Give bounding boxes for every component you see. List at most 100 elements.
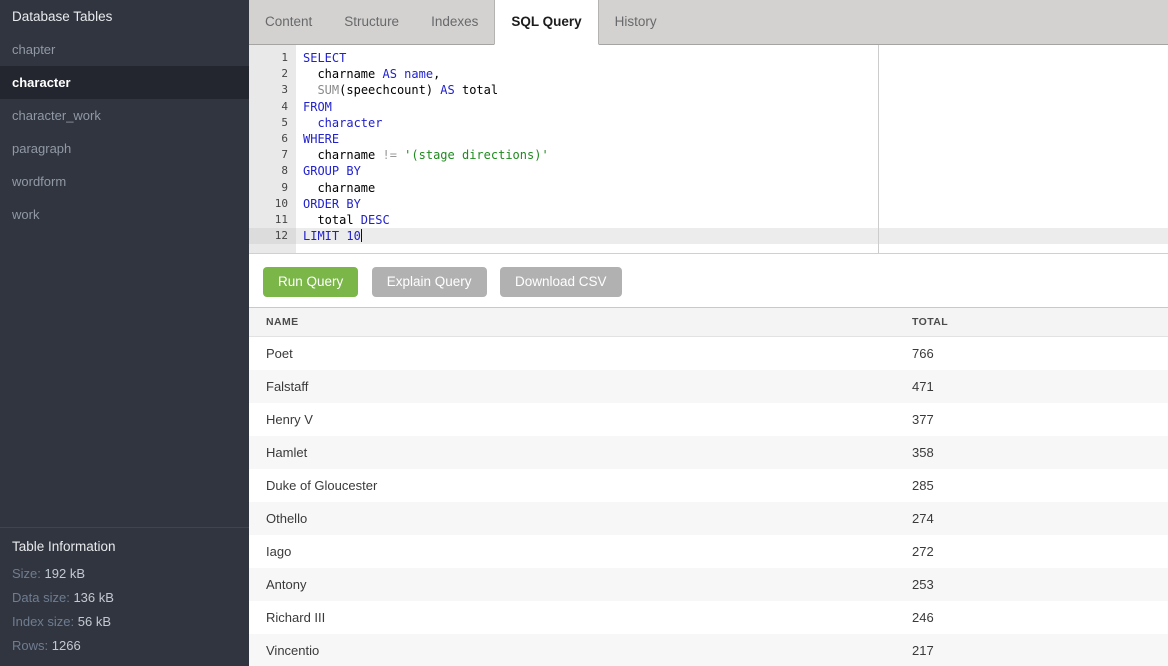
sql-token-fn: SUM xyxy=(317,83,339,97)
sql-token-kw: FROM xyxy=(303,100,332,114)
code-line-text[interactable]: charname xyxy=(296,180,1168,196)
main-panel: Content Structure Indexes SQL Query Hist… xyxy=(249,0,1168,666)
info-row-data-size: Data size: 136 kB xyxy=(12,586,237,610)
line-number: 4 xyxy=(249,99,296,115)
code-line[interactable]: 9 charname xyxy=(249,180,1168,196)
sidebar-item-chapter[interactable]: chapter xyxy=(0,33,249,66)
sql-token-id: charname xyxy=(303,148,382,162)
sql-token-id xyxy=(303,83,317,97)
code-line-text[interactable]: GROUP BY xyxy=(296,163,1168,179)
code-line[interactable]: 7 charname != '(stage directions)' xyxy=(249,147,1168,163)
sql-code-area[interactable]: 1 SELECT2 charname AS name,3 SUM(speechco… xyxy=(249,50,1168,244)
tab-structure[interactable]: Structure xyxy=(328,0,415,45)
code-line-text[interactable]: ORDER BY xyxy=(296,196,1168,212)
tab-indexes[interactable]: Indexes xyxy=(415,0,494,45)
info-value: 56 kB xyxy=(78,614,111,629)
sidebar-item-character_work[interactable]: character_work xyxy=(0,99,249,132)
line-number: 6 xyxy=(249,131,296,147)
sidebar-item-paragraph[interactable]: paragraph xyxy=(0,132,249,165)
sql-token-kw: name xyxy=(404,67,433,81)
sql-token-kw: ORDER BY xyxy=(303,197,361,211)
code-line-text[interactable]: total DESC xyxy=(296,212,1168,228)
results-table: NAME TOTAL Poet766Falstaff471Henry V377H… xyxy=(249,307,1168,666)
download-csv-button[interactable]: Download CSV xyxy=(500,267,622,297)
info-row-rows-count: Rows: 1266 xyxy=(12,634,237,658)
code-line[interactable]: 3 SUM(speechcount) AS total xyxy=(249,82,1168,98)
info-row-index-size: Index size: 56 kB xyxy=(12,610,237,634)
table-row: Vincentio217 xyxy=(249,634,1168,666)
table-row: Antony253 xyxy=(249,568,1168,601)
sql-token-kw: WHERE xyxy=(303,132,339,146)
code-line[interactable]: 11 total DESC xyxy=(249,212,1168,228)
sql-token-kw: SELECT xyxy=(303,51,346,65)
name-cell: Hamlet xyxy=(249,436,912,469)
sql-token-op: != xyxy=(382,148,396,162)
table-row: Hamlet358 xyxy=(249,436,1168,469)
code-line[interactable]: 8GROUP BY xyxy=(249,163,1168,179)
line-number: 5 xyxy=(249,115,296,131)
code-line[interactable]: 10ORDER BY xyxy=(249,196,1168,212)
line-number: 1 xyxy=(249,50,296,66)
sql-token-num: 10 xyxy=(346,229,360,243)
total-cell: 253 xyxy=(912,568,1168,601)
total-cell: 285 xyxy=(912,469,1168,502)
sql-token-kw: DESC xyxy=(361,213,390,227)
column-header-name: NAME xyxy=(249,308,912,337)
info-value: 1266 xyxy=(52,638,81,653)
results-header-row: NAME TOTAL xyxy=(249,308,1168,337)
table-row: Iago272 xyxy=(249,535,1168,568)
tab-history[interactable]: History xyxy=(599,0,673,45)
info-label: Size: xyxy=(12,566,41,581)
name-cell: Falstaff xyxy=(249,370,912,403)
table-row: Richard III246 xyxy=(249,601,1168,634)
code-line[interactable]: 2 charname AS name, xyxy=(249,66,1168,82)
name-cell: Richard III xyxy=(249,601,912,634)
info-row-size: Size: 192 kB xyxy=(12,562,237,586)
name-cell: Poet xyxy=(249,337,912,370)
code-line-text[interactable]: character xyxy=(296,115,1168,131)
code-line-text[interactable]: SELECT xyxy=(296,50,1168,66)
code-line-text[interactable]: WHERE xyxy=(296,131,1168,147)
code-line-text[interactable]: FROM xyxy=(296,99,1168,115)
sql-editor[interactable]: 1 SELECT2 charname AS name,3 SUM(speechco… xyxy=(249,45,1168,254)
name-cell: Vincentio xyxy=(249,634,912,666)
info-label: Rows: xyxy=(12,638,48,653)
code-line[interactable]: 12LIMIT 10 xyxy=(249,228,1168,244)
sidebar-item-wordform[interactable]: wordform xyxy=(0,165,249,198)
line-number: 12 xyxy=(249,228,296,244)
sql-token-kw: AS xyxy=(382,67,396,81)
total-cell: 246 xyxy=(912,601,1168,634)
sidebar-title: Database Tables xyxy=(0,0,249,33)
explain-query-button[interactable]: Explain Query xyxy=(372,267,487,297)
name-cell: Henry V xyxy=(249,403,912,436)
line-number: 11 xyxy=(249,212,296,228)
code-line-text[interactable]: charname AS name, xyxy=(296,66,1168,82)
sidebar-item-work[interactable]: work xyxy=(0,198,249,231)
total-cell: 766 xyxy=(912,337,1168,370)
code-line[interactable]: 1 SELECT xyxy=(249,50,1168,66)
info-value: 136 kB xyxy=(73,590,113,605)
tab-content[interactable]: Content xyxy=(249,0,328,45)
sql-token-kw: character xyxy=(317,116,382,130)
line-number: 7 xyxy=(249,147,296,163)
tab-sql-query[interactable]: SQL Query xyxy=(494,0,598,45)
total-cell: 471 xyxy=(912,370,1168,403)
total-cell: 358 xyxy=(912,436,1168,469)
info-value: 192 kB xyxy=(45,566,85,581)
sidebar-item-character[interactable]: character xyxy=(0,66,249,99)
code-line-text[interactable]: SUM(speechcount) AS total xyxy=(296,82,1168,98)
code-line[interactable]: 5 character xyxy=(249,115,1168,131)
code-line-text[interactable]: LIMIT 10 xyxy=(296,228,1168,244)
code-line[interactable]: 4 FROM xyxy=(249,99,1168,115)
info-label: Data size: xyxy=(12,590,70,605)
app-window: Database Tables chaptercharactercharacte… xyxy=(0,0,1168,666)
table-row: Henry V377 xyxy=(249,403,1168,436)
line-number: 3 xyxy=(249,82,296,98)
table-row: Othello274 xyxy=(249,502,1168,535)
run-query-button[interactable]: Run Query xyxy=(263,267,358,297)
sidebar: Database Tables chaptercharactercharacte… xyxy=(0,0,249,666)
code-line[interactable]: 6 WHERE xyxy=(249,131,1168,147)
total-cell: 217 xyxy=(912,634,1168,666)
sql-token-id: total xyxy=(455,83,498,97)
code-line-text[interactable]: charname != '(stage directions)' xyxy=(296,147,1168,163)
